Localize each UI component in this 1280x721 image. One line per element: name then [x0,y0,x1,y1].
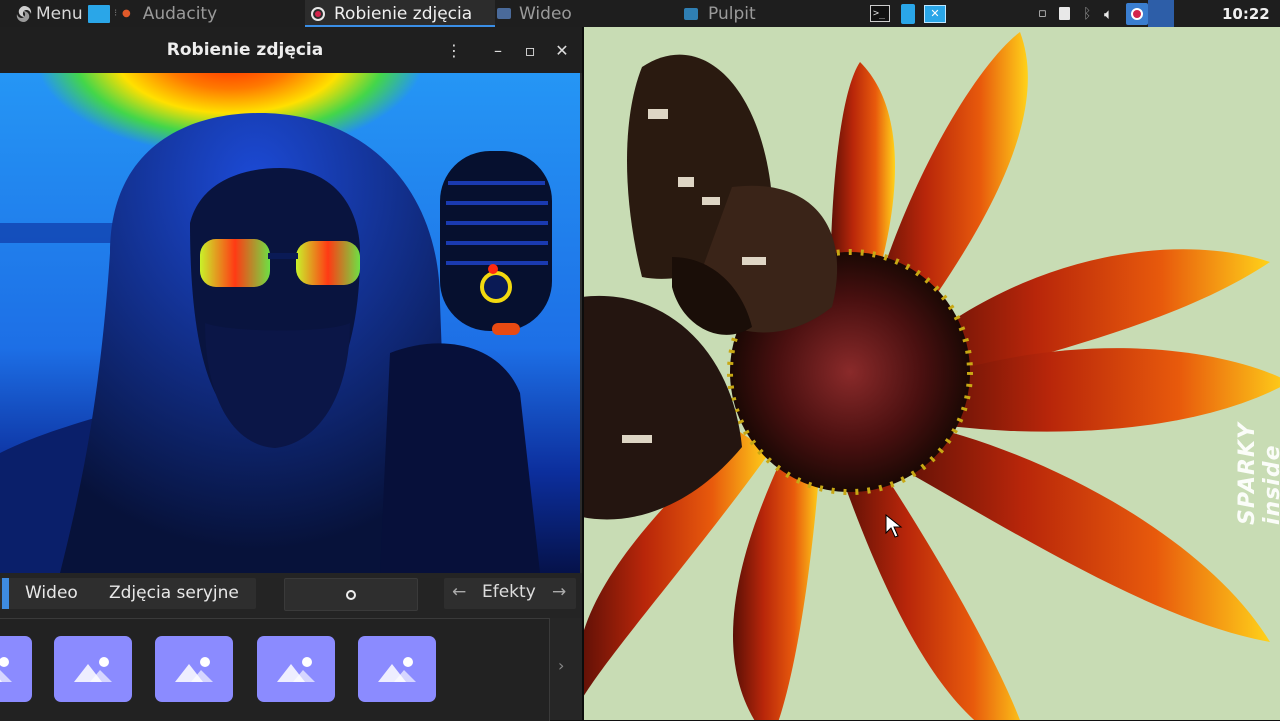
tray-clipboard-icon[interactable] [1059,0,1070,27]
screen-icon: ✕ [924,4,946,23]
bluetooth-icon[interactable]: ᛒ [1083,0,1091,27]
files-launcher[interactable] [901,0,915,27]
record-icon [1131,7,1143,20]
photo-thumbnail[interactable] [358,636,436,702]
effects-label: Efekty [482,582,536,602]
photo-gallery: › [0,618,582,721]
terminal-icon: >_ [870,5,890,22]
task-pulpit[interactable]: Pulpit [684,0,756,27]
prev-effect-icon[interactable]: ← [452,582,466,602]
photo-thumbnail[interactable] [54,636,132,702]
window-title: Robienie zdjęcia [166,40,324,60]
task-robienie-zdjecia[interactable]: Robienie zdjęcia [305,0,495,27]
photo-thumbnail[interactable] [0,636,32,702]
image-placeholder-icon [277,657,315,682]
grip-icon: ⁝ [114,8,118,19]
effects-selector: ← Efekty → [444,578,576,609]
video-app-icon [497,8,511,19]
tray-camera-indicator[interactable] [1126,0,1148,27]
image-placeholder-icon [378,657,416,682]
monitor-icon [88,4,110,23]
volume-icon[interactable]: 🔈︎ [1104,0,1113,27]
close-icon[interactable]: ✕ [550,38,574,62]
task-audacity[interactable]: ● Audacity [122,0,217,27]
image-placeholder-icon [74,657,112,682]
gallery-strip [0,618,550,721]
tray-spacer [1148,0,1174,27]
window-titlebar[interactable]: Robienie zdjęcia ⋮ – ▫ ✕ [0,27,582,73]
camera-window: Robienie zdjęcia ⋮ – ▫ ✕ Wideo Zdjęcia s… [0,27,582,721]
mode-bar: Wideo Zdjęcia seryjne ← Efekty → [0,573,582,618]
photo-thumbnail[interactable] [155,636,233,702]
swirl-icon [16,5,32,22]
desktop-wallpaper [582,27,1280,720]
camera-preview [0,73,580,573]
sparky-watermark: SPARKY inside [1235,422,1280,525]
microphone [440,151,552,335]
desktop-icon [684,7,698,20]
task-wideo[interactable]: Wideo [497,0,572,27]
tray-display-icon[interactable]: ▫ [1038,0,1047,27]
take-photo-button[interactable] [284,578,418,611]
camera-app-icon [311,6,325,21]
tab-zdjecia-seryjne[interactable]: Zdjęcia seryjne [109,578,239,608]
image-placeholder-icon [0,657,12,682]
webcam-feed [0,113,552,573]
task-label: Audacity [142,3,218,24]
next-effect-icon[interactable]: → [552,582,566,602]
maximize-icon[interactable]: ▫ [518,38,542,62]
gallery-next-icon[interactable]: › [558,656,564,675]
flower-butterfly-image [582,27,1280,720]
terminal-launcher[interactable]: >_ [870,0,890,27]
minimize-icon[interactable]: – [486,38,510,62]
active-mode-indicator [2,578,9,609]
kebab-menu-icon[interactable]: ⋮ [442,38,466,62]
task-label: Wideo [519,3,572,24]
clock: 10:22 [1222,4,1270,23]
camera-shutter-icon [346,589,356,600]
desktop-launcher[interactable]: ⁝ [88,0,117,27]
menu-button[interactable]: Menu [14,0,83,27]
menu-label: Menu [36,3,83,24]
photo-thumbnail[interactable] [257,636,335,702]
screen-launcher[interactable]: ✕ [924,0,946,27]
task-label: Pulpit [708,3,756,24]
archive-icon [901,3,915,24]
tab-wideo[interactable]: Wideo [25,578,78,608]
audacity-icon: ● [122,8,131,19]
image-placeholder-icon [175,657,213,682]
task-label: Robienie zdjęcia [334,3,473,24]
taskbar: Menu ⁝ ● Audacity Robienie zdjęcia Wideo… [0,0,1280,27]
